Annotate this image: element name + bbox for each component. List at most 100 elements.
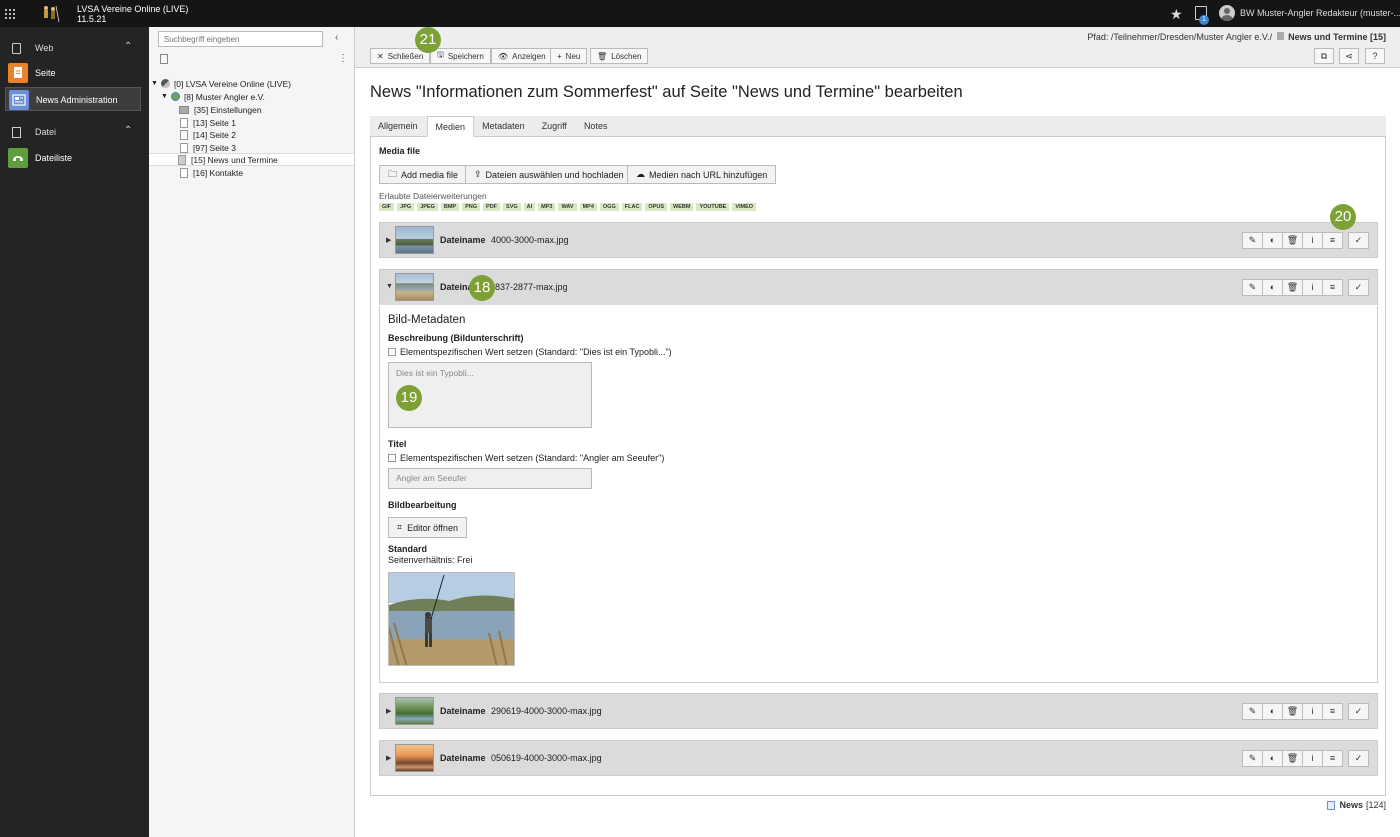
file-reference-row[interactable]: ▶ Dateiname 290619-4000-3000-max.jpg ✎ ◐… bbox=[379, 693, 1378, 729]
save-button[interactable]: 🖫 Speichern bbox=[430, 48, 491, 64]
tree-node-einstellungen[interactable]: [35] Einstellungen bbox=[179, 103, 262, 116]
info-icon[interactable]: i bbox=[1302, 232, 1323, 249]
module-menu: Web ⌃ Seite News Administration Datei ⌃ … bbox=[0, 27, 149, 837]
new-button[interactable]: + Neu bbox=[550, 48, 588, 64]
expand-arrow-icon[interactable]: ▼ bbox=[161, 93, 168, 100]
delete-icon[interactable]: 🗑 bbox=[1282, 750, 1303, 767]
add-media-file-button[interactable]: 🗀 Add media file bbox=[379, 165, 468, 184]
record-id: [124] bbox=[1365, 800, 1386, 810]
expand-arrow-icon[interactable]: ▶ bbox=[386, 707, 391, 715]
description-override-row[interactable]: Elementspezifischen Wert setzen (Standar… bbox=[388, 347, 672, 357]
page-tree: ‹ ⋮ ▼ [0] LVSA Vereine Online (LIVE) ▼ [… bbox=[149, 27, 355, 837]
checkmark-icon[interactable]: ✓ bbox=[1348, 703, 1369, 720]
tab-zugriff[interactable]: Zugriff bbox=[534, 116, 576, 137]
extension-badge: OPUS bbox=[645, 203, 668, 211]
view-label: Anzeigen bbox=[512, 51, 546, 61]
file-thumbnail[interactable] bbox=[395, 273, 434, 301]
user-avatar[interactable] bbox=[1219, 5, 1235, 21]
checkmark-icon[interactable]: ✓ bbox=[1348, 232, 1369, 249]
drag-handle-icon[interactable]: ≡ bbox=[1322, 750, 1343, 767]
news-record-icon bbox=[1327, 800, 1336, 810]
edit-icon[interactable]: ✎ bbox=[1242, 750, 1263, 767]
tree-search-input[interactable] bbox=[158, 31, 323, 47]
tree-node-kontakte[interactable]: [16] Kontakte bbox=[180, 166, 243, 179]
delete-icon[interactable]: 🗑 bbox=[1282, 232, 1303, 249]
breadcrumb-current: News und Termine [15] bbox=[1288, 32, 1386, 42]
apps-grid-icon[interactable] bbox=[0, 0, 20, 27]
checkmark-icon[interactable]: ✓ bbox=[1348, 750, 1369, 767]
breadcrumb: Pfad: /Teilnehmer/Dresden/Muster Angler … bbox=[1087, 32, 1386, 42]
file-thumbnail[interactable] bbox=[395, 226, 434, 254]
site-title: LVSA Vereine Online (LIVE) bbox=[77, 4, 189, 14]
filename-value: 050619-4000-3000-max.jpg bbox=[491, 753, 602, 763]
crop-preview-image bbox=[388, 572, 515, 666]
drag-handle-icon[interactable]: ≡ bbox=[1322, 232, 1343, 249]
tab-allgemein[interactable]: Allgemein bbox=[370, 116, 427, 137]
share-icon[interactable]: ⋖ bbox=[1339, 48, 1359, 64]
toggle-visibility-icon[interactable]: ◐ bbox=[1262, 232, 1283, 249]
module-item-label: Seite bbox=[35, 68, 56, 78]
user-name[interactable]: BW Muster-Angler Redakteur (muster-... bbox=[1240, 8, 1400, 18]
tree-node-label: [16] Kontakte bbox=[193, 167, 244, 178]
tab-medien[interactable]: Medien bbox=[426, 116, 475, 137]
open-editor-button[interactable]: ⌗ Editor öffnen bbox=[388, 517, 467, 538]
info-icon[interactable]: i bbox=[1302, 750, 1323, 767]
title-override-checkbox[interactable] bbox=[388, 454, 396, 462]
toggle-visibility-icon[interactable]: ◐ bbox=[1262, 279, 1283, 296]
drag-handle-icon[interactable]: ≡ bbox=[1322, 279, 1343, 296]
module-item-news-administration[interactable]: News Administration bbox=[5, 87, 141, 111]
expand-arrow-icon[interactable]: ▼ bbox=[151, 80, 158, 87]
tab-notes[interactable]: Notes bbox=[576, 116, 617, 137]
more-menu-icon[interactable]: ⋮ bbox=[338, 53, 348, 64]
file-reference-row[interactable]: ▶ Dateiname 4000-3000-max.jpg ✎ ◐ 🗑 i ≡ … bbox=[379, 222, 1378, 258]
tab-metadaten[interactable]: Metadaten bbox=[474, 116, 534, 137]
edit-icon[interactable]: ✎ bbox=[1242, 232, 1263, 249]
filename-value: 290619-4000-3000-max.jpg bbox=[491, 706, 602, 716]
folder-icon: 🗀 bbox=[388, 168, 398, 179]
upload-files-button[interactable]: ⇪ Dateien auswählen und hochladen bbox=[465, 165, 633, 184]
site-logo[interactable] bbox=[40, 4, 60, 24]
module-item-seite[interactable]: Seite bbox=[5, 61, 141, 85]
add-media-by-url-button[interactable]: ☁ Medien nach URL hinzufügen bbox=[627, 165, 777, 184]
file-reference-row[interactable]: ▶ Dateiname 050619-4000-3000-max.jpg ✎ ◐… bbox=[379, 740, 1378, 776]
doc-header: Pfad: /Teilnehmer/Dresden/Muster Angler … bbox=[355, 27, 1400, 68]
tree-node-muster-angler[interactable]: ▼ [8] Muster Angler e.V. bbox=[161, 90, 265, 103]
tree-node-news-und-termine[interactable]: [15] News und Termine bbox=[149, 153, 354, 166]
tree-node-seite-2[interactable]: [14] Seite 2 bbox=[180, 128, 236, 141]
module-group-web[interactable]: Web ⌃ bbox=[0, 38, 149, 58]
collapse-arrow-icon[interactable]: ▼ bbox=[386, 283, 393, 290]
new-page-icon[interactable] bbox=[160, 54, 168, 64]
annotation-marker-19: 19 bbox=[396, 385, 422, 411]
delete-icon[interactable]: 🗑 bbox=[1282, 279, 1303, 296]
collapse-tree-icon[interactable]: ‹ bbox=[335, 32, 338, 43]
help-icon[interactable]: ? bbox=[1365, 48, 1385, 64]
module-item-dateiliste[interactable]: Dateiliste bbox=[5, 146, 141, 170]
file-thumbnail[interactable] bbox=[395, 697, 434, 725]
bookmark-star-icon[interactable]: ★ bbox=[1170, 6, 1183, 23]
annotation-marker-20: 20 bbox=[1330, 204, 1356, 230]
file-reference-row-expanded[interactable]: ▼ Dateiname 837-2877-max.jpg ✎ ◐ 🗑 i ≡ ✓ bbox=[379, 269, 1378, 305]
description-override-checkbox[interactable] bbox=[388, 348, 396, 356]
delete-button[interactable]: 🗑 Löschen bbox=[590, 48, 649, 64]
drag-handle-icon[interactable]: ≡ bbox=[1322, 703, 1343, 720]
view-button[interactable]: 👁 Anzeigen bbox=[491, 48, 553, 64]
open-new-window-icon[interactable]: ⧉ bbox=[1314, 48, 1334, 64]
toggle-visibility-icon[interactable]: ◐ bbox=[1262, 750, 1283, 767]
crop-variant-label: Standard bbox=[388, 544, 428, 554]
edit-icon[interactable]: ✎ bbox=[1242, 703, 1263, 720]
info-icon[interactable]: i bbox=[1302, 703, 1323, 720]
toggle-visibility-icon[interactable]: ◐ bbox=[1262, 703, 1283, 720]
expand-arrow-icon[interactable]: ▶ bbox=[386, 754, 391, 762]
delete-icon[interactable]: 🗑 bbox=[1282, 703, 1303, 720]
filename-label: Dateiname bbox=[440, 235, 486, 245]
edit-icon[interactable]: ✎ bbox=[1242, 279, 1263, 296]
title-override-row[interactable]: Elementspezifischen Wert setzen (Standar… bbox=[388, 453, 664, 463]
checkmark-icon[interactable]: ✓ bbox=[1348, 279, 1369, 296]
module-group-datei[interactable]: Datei ⌃ bbox=[0, 122, 149, 142]
file-thumbnail[interactable] bbox=[395, 744, 434, 772]
info-icon[interactable]: i bbox=[1302, 279, 1323, 296]
title-input[interactable]: Angler am Seeufer bbox=[388, 468, 592, 489]
allowed-extensions-label: Erlaubte Dateierweiterungen bbox=[379, 191, 487, 201]
tree-node-root[interactable]: ▼ [0] LVSA Vereine Online (LIVE) bbox=[151, 77, 291, 90]
expand-arrow-icon[interactable]: ▶ bbox=[386, 236, 391, 244]
